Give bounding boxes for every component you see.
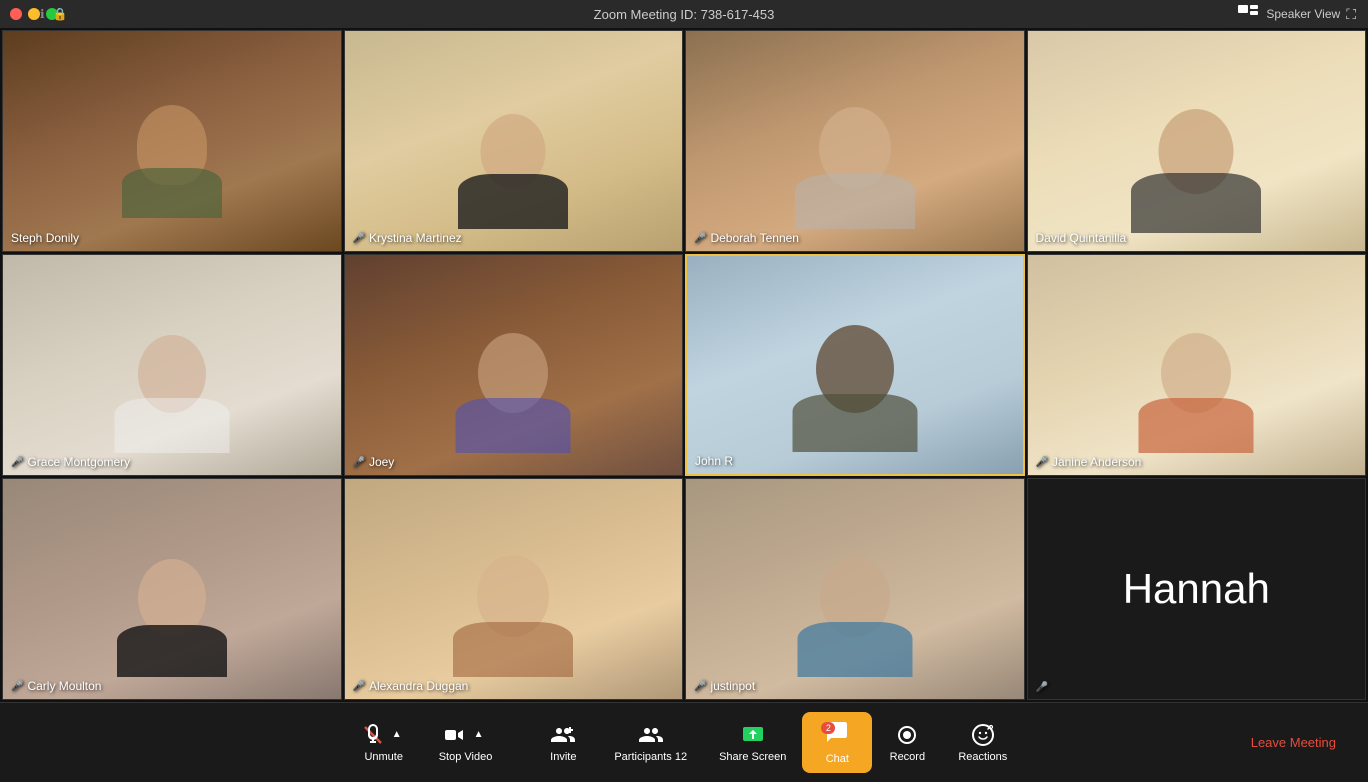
name-label-steph: Steph Donily xyxy=(11,231,79,245)
name-label-carly: 🎤 Carly Moulton xyxy=(11,679,101,693)
unmute-chevron[interactable]: ▲ xyxy=(387,725,407,745)
video-cell-john: John R xyxy=(685,254,1025,476)
name-label-john: John R xyxy=(695,454,733,468)
name-text-grace: Grace Montgomery xyxy=(27,455,130,469)
lock-icon: 🔒 xyxy=(53,7,68,21)
name-label-deborah: 🎤 Deborah Tennen xyxy=(694,231,799,245)
name-label-justinpot: 🎤 justinpot xyxy=(694,679,755,693)
video-cell-steph: Steph Donily xyxy=(2,30,342,252)
video-feed-krystina xyxy=(345,31,683,251)
stop-video-button[interactable]: ▲ Stop Video xyxy=(423,715,509,771)
name-text-alexandra: Alexandra Duggan xyxy=(369,679,468,693)
record-icon xyxy=(895,723,919,747)
name-label-david: David Quintanilla xyxy=(1036,231,1127,245)
video-feed-janine xyxy=(1028,255,1366,475)
name-label-janine: 🎤 Janine Anderson xyxy=(1036,455,1142,469)
name-text-john: John R xyxy=(695,454,733,468)
speaker-view-label: Speaker View xyxy=(1266,7,1340,21)
mute-icon-alexandra: 🎤 xyxy=(353,681,365,692)
name-text-deborah: Deborah Tennen xyxy=(710,231,799,245)
name-text-janine: Janine Anderson xyxy=(1052,455,1141,469)
mute-icon-grace: 🎤 xyxy=(11,457,23,468)
name-label-joey: 🎤 Joey xyxy=(353,455,395,469)
video-cell-alexandra: 🎤 Alexandra Duggan xyxy=(344,478,684,700)
participants-label: Participants 12 xyxy=(614,751,687,763)
video-cell-grace: 🎤 Grace Montgomery xyxy=(2,254,342,476)
video-feed-joey xyxy=(345,255,683,475)
speaker-view-icon xyxy=(1236,2,1260,26)
share-screen-button[interactable]: Share Screen xyxy=(703,715,802,771)
reactions-label: Reactions xyxy=(958,751,1007,763)
name-text-joey: Joey xyxy=(369,455,394,469)
video-cell-janine: 🎤 Janine Anderson xyxy=(1027,254,1367,476)
invite-icon xyxy=(551,723,575,747)
video-cell-david: David Quintanilla xyxy=(1027,30,1367,252)
stop-video-chevron[interactable]: ▲ xyxy=(469,725,489,745)
leave-meeting-label: Leave Meeting xyxy=(1251,735,1336,750)
minimize-button[interactable] xyxy=(28,8,40,20)
unmute-label: Unmute xyxy=(364,751,403,763)
name-text-steph: Steph Donily xyxy=(11,231,79,245)
video-cell-joey: 🎤 Joey xyxy=(344,254,684,476)
share-screen-icon xyxy=(741,723,765,747)
video-feed-david xyxy=(1028,31,1366,251)
video-feed-john xyxy=(687,256,1023,474)
video-feed-justinpot xyxy=(686,479,1024,699)
unmute-button[interactable]: ▲ Unmute xyxy=(345,715,423,771)
toolbar: ▲ Unmute ▲ Stop Video Invite xyxy=(0,702,1368,782)
mute-icon-carly: 🎤 xyxy=(11,681,23,692)
mute-icon-joey: 🎤 xyxy=(353,457,365,468)
name-text-david: David Quintanilla xyxy=(1036,231,1127,245)
chat-badge: 2 xyxy=(821,722,835,734)
name-label-hannah: 🎤 xyxy=(1036,682,1048,693)
stop-video-label: Stop Video xyxy=(439,751,493,763)
video-feed-steph xyxy=(3,31,341,251)
video-icon xyxy=(443,723,467,747)
mute-icon-hannah: 🎤 xyxy=(1036,682,1048,693)
fullscreen-icon: ⛶ xyxy=(1346,6,1356,23)
video-cell-krystina: 🎤 Krystina Martinez xyxy=(344,30,684,252)
video-cell-deborah: 🎤 Deborah Tennen xyxy=(685,30,1025,252)
video-cell-carly: 🎤 Carly Moulton xyxy=(2,478,342,700)
name-text-krystina: Krystina Martinez xyxy=(369,231,462,245)
reactions-button[interactable]: Reactions xyxy=(942,715,1023,771)
reactions-icon xyxy=(971,723,995,747)
title-bar-icons: ℹ 🔒 xyxy=(40,7,68,21)
hannah-name-overlay: Hannah xyxy=(1123,565,1270,613)
invite-label: Invite xyxy=(550,751,576,763)
speaker-view-button[interactable]: Speaker View ⛶ xyxy=(1236,2,1356,26)
share-screen-label: Share Screen xyxy=(719,751,786,763)
video-feed-grace xyxy=(3,255,341,475)
name-label-alexandra: 🎤 Alexandra Duggan xyxy=(353,679,469,693)
video-cell-hannah: Hannah 🎤 xyxy=(1027,478,1367,700)
name-text-carly: Carly Moulton xyxy=(27,679,101,693)
participants-button[interactable]: Participants 12 xyxy=(598,715,703,771)
video-grid: Steph Donily 🎤 Krystina Martinez 🎤 Debor… xyxy=(0,28,1368,702)
mute-icon-krystina: 🎤 xyxy=(353,233,365,244)
video-cell-justinpot: 🎤 justinpot xyxy=(685,478,1025,700)
name-label-krystina: 🎤 Krystina Martinez xyxy=(353,231,462,245)
invite-button[interactable]: Invite xyxy=(528,715,598,771)
name-text-justinpot: justinpot xyxy=(710,679,755,693)
meeting-title: Zoom Meeting ID: 738-617-453 xyxy=(594,7,775,22)
unmute-icon xyxy=(361,723,385,747)
video-feed-alexandra xyxy=(345,479,683,699)
hannah-name-text: Hannah xyxy=(1123,565,1270,612)
leave-meeting-button[interactable]: Leave Meeting xyxy=(1239,727,1348,758)
close-button[interactable] xyxy=(10,8,22,20)
name-label-grace: 🎤 Grace Montgomery xyxy=(11,455,130,469)
info-icon: ℹ xyxy=(40,7,45,21)
participants-icon xyxy=(639,723,663,747)
video-feed-carly xyxy=(3,479,341,699)
chat-button[interactable]: 2 Chat xyxy=(802,712,872,773)
title-bar: ℹ 🔒 Zoom Meeting ID: 738-617-453 Speaker… xyxy=(0,0,1368,28)
video-feed-deborah xyxy=(686,31,1024,251)
record-button[interactable]: Record xyxy=(872,715,942,771)
record-label: Record xyxy=(890,751,925,763)
mute-icon-justinpot: 🎤 xyxy=(694,681,706,692)
chat-label: Chat xyxy=(826,753,849,765)
mute-icon-deborah: 🎤 xyxy=(694,233,706,244)
mute-icon-janine: 🎤 xyxy=(1036,457,1048,468)
